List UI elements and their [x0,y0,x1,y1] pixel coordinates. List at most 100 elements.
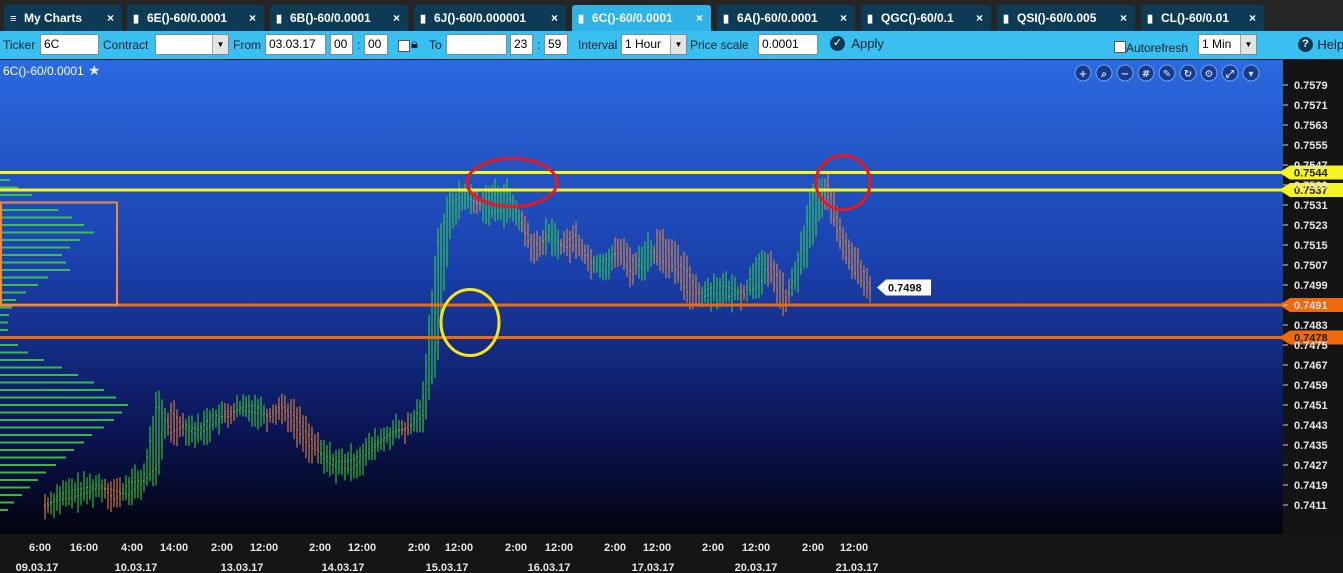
ticker-input[interactable]: 6C [40,34,99,55]
to-minute-input[interactable]: 59 [544,34,568,55]
to-hour-input[interactable]: 23 [510,34,533,55]
autorefresh-checkbox[interactable] [1114,41,1126,53]
y-tick-label: 0.7499 [1294,280,1328,292]
refresh-icon[interactable]: ↻ [1179,64,1197,82]
ticker-label: Ticker [3,38,36,52]
volume-profile-bar [0,239,80,241]
volume-profile-bar [0,209,58,211]
volume-profile-bar [0,269,70,271]
volume-profile-bar [0,231,94,234]
volume-profile-bar [0,501,14,504]
star-icon[interactable]: ★ [88,63,101,79]
help-label: Help [1317,37,1343,53]
tab-6j[interactable]: ▮ 6J()-60/0.000001 × [414,5,566,31]
close-icon[interactable]: × [696,5,703,31]
x-time-tick-label: 2:00 [309,542,331,554]
volume-profile-bar [0,186,18,189]
y-tick-label: 0.7483 [1294,320,1328,332]
x-time-tick-label: 12:00 [840,542,868,554]
chart-settings-toolbar: Ticker 6C Contract ▼ From 03.03.17 00 : … [0,31,1343,59]
to-date-input[interactable] [446,34,507,55]
chart-title: 6C()-60/0.0001 [3,64,84,78]
tab-6a[interactable]: ▮ 6A()-60/0.0001 × [717,5,855,31]
close-icon[interactable]: × [840,5,847,31]
tab-cl[interactable]: ▮ CL()-60/0.01 × [1141,5,1264,31]
tab-label: QSI()-60/0.005 [1017,11,1097,25]
volume-profile-bar [0,246,70,249]
svg-text:▾: ▾ [1248,69,1253,80]
volume-profile-bar [0,276,48,279]
y-tick-label: 0.7579 [1294,80,1328,92]
x-time-tick-label: 12:00 [545,542,573,554]
y-tick-label: 0.7547 [1294,160,1328,172]
apply-button[interactable]: ✓ Apply [830,36,884,54]
tab-label: 6B()-60/0.0001 [290,11,371,25]
volume-profile-bar [0,314,9,316]
zoom-out-icon[interactable]: − [1116,64,1134,82]
x-time-tick-label: 2:00 [211,542,233,554]
volume-profile-bar [0,254,62,256]
chevron-down-icon: ▼ [212,35,228,54]
x-time-tick-label: 16:00 [70,542,98,554]
tab-qgc[interactable]: ▮ QGC()-60/0.1 × [861,5,991,31]
close-icon[interactable]: × [393,5,400,31]
fullscreen-icon[interactable]: ⤢ [1221,64,1239,82]
grid-icon[interactable]: # [1137,64,1155,82]
interval-select[interactable]: 1 Hour ▼ [621,34,687,55]
y-tick-label: 0.7451 [1294,400,1328,412]
autorefresh-label: Autorefresh [1126,41,1189,55]
tab-6e[interactable]: ▮ 6E()-60/0.0001 × [127,5,264,31]
volume-profile-bar [0,389,104,391]
y-tick-label: 0.7411 [1294,500,1327,512]
close-icon[interactable]: × [249,5,256,31]
zoom-icon[interactable]: ⌕ [1095,64,1113,82]
y-tick-label: 0.7531 [1294,200,1328,212]
autorefresh-select[interactable]: 1 Min ▼ [1198,34,1257,55]
volume-profile-bar [0,411,122,414]
y-tick-label: 0.7459 [1294,380,1328,392]
bar-chart-icon: ▮ [276,13,283,25]
from-date-input[interactable]: 03.03.17 [265,34,326,55]
tab-qsi[interactable]: ▮ QSI()-60/0.005 × [997,5,1135,31]
tab-label: 6E()-60/0.0001 [147,11,228,25]
help-button[interactable]: ? Help [1298,37,1343,53]
tab-label: QGC()-60/0.1 [881,11,954,25]
zoom-in-icon[interactable]: + [1074,64,1092,82]
from-hour-input[interactable]: 00 [330,34,353,55]
to-label: To [429,38,442,52]
tab-label: 6C()-60/0.0001 [592,11,673,25]
tab-my-charts[interactable]: ≡ My Charts × [4,5,122,31]
volume-profile-bar [0,471,46,474]
bar-chart-icon: ▮ [133,13,140,25]
chevron-down-icon[interactable]: ▾ [1242,64,1260,82]
from-minute-input[interactable]: 00 [364,34,388,55]
plot-background [0,60,1283,534]
svg-text:↻: ↻ [1184,69,1192,80]
settings-icon[interactable]: ⚙ [1200,64,1218,82]
tab-6c[interactable]: ▮ 6C()-60/0.0001 × [572,5,711,31]
close-icon[interactable]: × [1120,5,1127,31]
x-date-tick-label: 14.03.17 [322,562,365,573]
to-enable-checkbox[interactable] [398,40,410,52]
y-tick-label: 0.7427 [1294,460,1328,472]
contract-select[interactable]: ▼ [155,34,229,55]
close-icon[interactable]: × [107,5,114,31]
close-icon[interactable]: × [551,5,558,31]
y-tick-label: 0.7555 [1294,140,1328,152]
autorefresh-value: 1 Min [1202,37,1232,51]
volume-profile-bar [0,509,8,511]
bar-chart-icon: ▮ [1003,13,1010,25]
price-chart[interactable]: 0.75440.75370.74910.7478 0.7498 0.75790.… [0,60,1343,573]
svg-text:⚙: ⚙ [1205,69,1214,80]
price-scale-input[interactable]: 0.0001 [758,34,818,55]
tab-6b[interactable]: ▮ 6B()-60/0.0001 × [270,5,408,31]
pencil-icon[interactable]: ✎ [1158,64,1176,82]
volume-profile-bar [0,464,56,466]
tab-label: CL()-60/0.01 [1161,11,1230,25]
volume-profile-bar [0,224,84,226]
close-icon[interactable]: × [976,5,983,31]
x-time-tick-label: 12:00 [742,542,770,554]
from-label: From [233,38,261,52]
close-icon[interactable]: × [1249,5,1256,31]
bar-chart-icon: ▮ [1147,13,1154,25]
